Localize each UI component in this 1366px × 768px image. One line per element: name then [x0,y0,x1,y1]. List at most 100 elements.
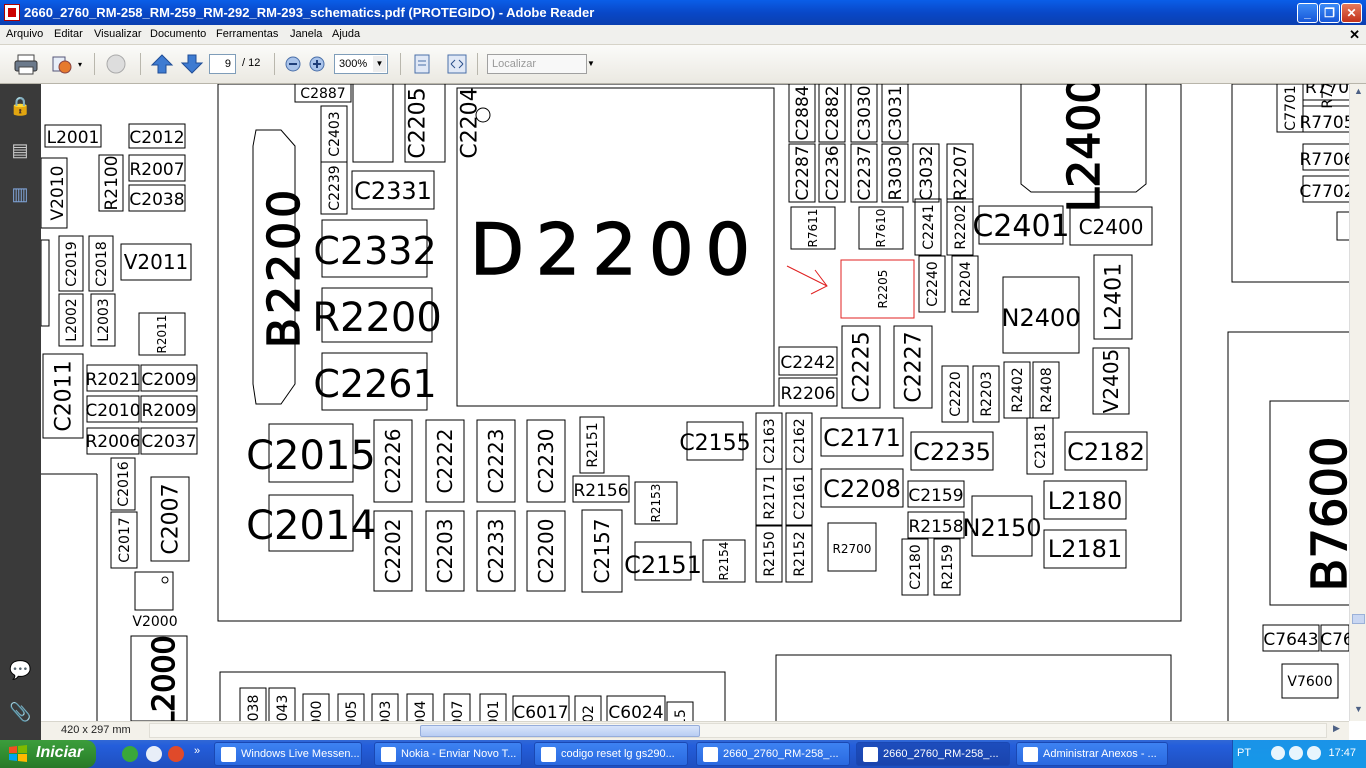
c2182-label: C2182 [1067,438,1145,466]
horizontal-scroll-track[interactable] [149,723,1327,738]
menu-arquivo[interactable]: Arquivo [6,28,43,40]
c2171-label: C2171 [823,424,901,452]
zoom-in-icon[interactable] [306,53,330,75]
c2225-label: C2225 [850,331,875,402]
menu-visualizar[interactable]: Visualizar [94,28,142,40]
b043-label: 043 [275,695,291,721]
next-page-icon[interactable] [180,53,204,75]
find-input[interactable]: Localizar [487,54,587,74]
separator [400,53,401,75]
hand-tool-icon[interactable] [104,53,128,75]
zoom-select[interactable]: 300% ▼ [334,54,388,74]
c2241-label: C2241 [921,204,937,249]
task-pdf-2[interactable]: 2660_2760_RM-258_... [856,742,1010,766]
horizontal-scroll-thumb[interactable] [420,725,700,737]
c2887-label: C2887 [300,86,345,102]
c2203-label: C2203 [433,519,457,584]
c2159-label: C2159 [908,486,963,506]
network-icon[interactable] [1289,746,1303,760]
zoom-out-icon[interactable] [282,53,306,75]
quicklaunch-overflow-icon[interactable]: » [194,745,200,757]
lock-icon[interactable]: 🔒 [9,96,31,120]
start-button[interactable]: Iniciar [0,740,96,768]
chevron-down-icon[interactable]: ▼ [587,59,595,68]
title-bar[interactable]: 2660_2760_RM-258_RM-259_RM-292_RM-293_sc… [0,0,1366,25]
l2180-label: L2180 [1048,487,1122,515]
c7701-label: C7701 [1283,85,1299,130]
taskbar: Iniciar » Windows Live Messen... Nokia -… [0,740,1366,768]
chrome-quicklaunch-icon[interactable] [168,746,184,762]
system-tray: PT 17:47 [1232,740,1366,768]
board-outline-bottom-right [775,654,1172,721]
c76x-label: C76 [1320,630,1349,650]
menu-editar[interactable]: Editar [54,28,83,40]
separator [477,53,478,75]
chevron-down-icon[interactable]: ▼ [373,56,386,72]
zoom-value: 300% [339,58,368,70]
n2400-label: N2400 [1001,304,1080,332]
fit-width-icon[interactable] [445,53,469,75]
document-view[interactable]: D2200 B2200 L2400 B7600 L2000 C2887 L200… [41,84,1349,721]
scroll-right-icon[interactable]: ▶ [1333,723,1340,734]
separator [274,53,275,75]
r2156-label: R2156 [573,481,628,501]
task-administrar-anexos[interactable]: Administrar Anexos - ... [1016,742,1168,766]
task-windows-live-messenger[interactable]: Windows Live Messen... [214,742,362,766]
scroll-down-icon[interactable]: ▼ [1352,704,1365,718]
ie-quicklaunch-icon[interactable] [146,746,162,762]
r2152-label: R2152 [792,531,808,576]
c2332-label: C2332 [313,229,436,273]
vertical-scroll-thumb[interactable] [1352,614,1365,624]
chevron-down-icon[interactable]: ▾ [78,60,82,69]
c2287-label: C2287 [793,145,813,200]
menu-ajuda[interactable]: Ajuda [332,28,360,40]
c2012-label: C2012 [129,128,184,148]
paperclip-icon[interactable]: 📎 [9,702,31,726]
scroll-up-icon[interactable]: ▲ [1352,86,1365,100]
previous-page-icon[interactable] [150,53,174,75]
attachments-icon[interactable]: ▥ [9,184,31,208]
minimize-button[interactable]: _ [1297,3,1318,23]
l2003-label: L2003 [96,298,112,341]
d2200-label: D2200 [470,209,762,291]
close-button[interactable]: ✕ [1341,3,1362,23]
c2019-label: C2019 [64,241,80,286]
close-document-icon[interactable]: ✕ [1349,27,1360,43]
page-number-input[interactable]: 9 [209,54,236,74]
n2150-label: N2150 [962,514,1041,542]
toolbar: ▾ 9 / 12 300% ▼ Localizar ▼ [0,45,1366,84]
print-icon[interactable] [14,53,38,75]
c2037-label: C2037 [141,432,196,452]
pages-icon[interactable]: ▤ [9,140,31,164]
task-nokia[interactable]: Nokia - Enviar Novo T... [374,742,522,766]
menu-ferramentas[interactable]: Ferramentas [216,28,278,40]
task-pdf-1[interactable]: 2660_2760_RM-258_... [696,742,850,766]
b007-label: 007 [450,701,466,721]
c2163-label: C2163 [762,418,778,463]
window-title: 2660_2760_RM-258_RM-259_RM-292_RM-293_sc… [24,5,595,20]
c2236-label: C2236 [823,145,843,200]
maximize-button[interactable]: ❐ [1319,3,1340,23]
b005-label: 005 [344,701,360,721]
vertical-scrollbar[interactable]: ▲ ▼ [1349,84,1366,721]
c2009-label: C2009 [141,370,196,390]
menu-janela[interactable]: Janela [290,28,322,40]
r7610-label: R7610 [874,209,888,248]
messenger-quicklaunch-icon[interactable] [122,746,138,762]
messenger-icon [221,747,236,762]
c2016-label: C2016 [116,461,132,506]
messenger-tray-icon[interactable] [1307,746,1321,760]
back-icon[interactable] [1271,746,1285,760]
comments-icon[interactable]: 💬 [9,660,31,684]
r2700-label: R2700 [833,542,872,556]
ie-icon [1023,747,1038,762]
c3030-label: C3030 [855,85,875,140]
c2331-label: C2331 [354,177,432,205]
share-icon[interactable] [50,53,74,75]
fit-page-icon[interactable] [410,53,434,75]
language-indicator[interactable]: PT [1237,747,1251,759]
task-codigo-reset[interactable]: codigo reset lg gs290... [534,742,688,766]
r2158-label: R2158 [908,517,963,537]
c2205-label: C2205 [406,87,431,158]
menu-documento[interactable]: Documento [150,28,206,40]
